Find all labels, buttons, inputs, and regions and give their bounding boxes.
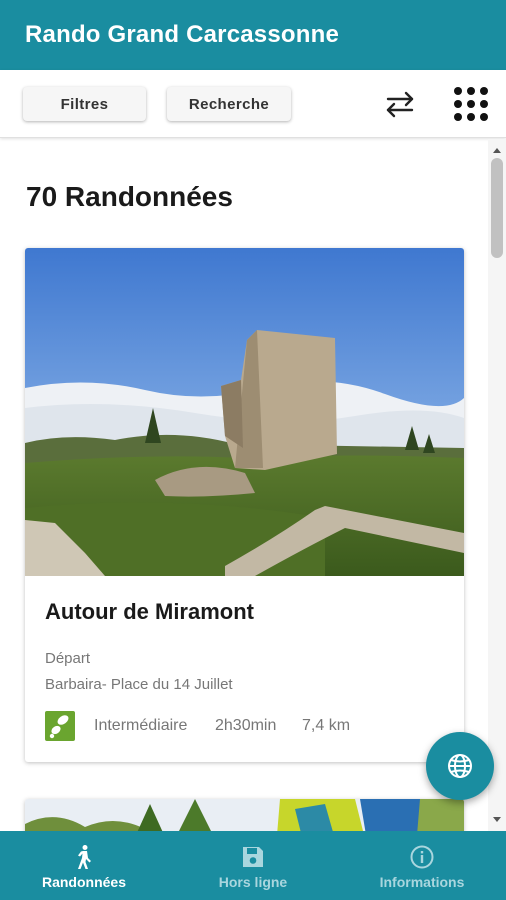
hike-duration: 2h30min: [215, 717, 277, 734]
filters-button[interactable]: Filtres: [23, 87, 146, 121]
app-title: Rando Grand Carcassonne: [25, 21, 340, 48]
scroll-thumb[interactable]: [491, 158, 503, 258]
nav-label-informations: Informations: [379, 874, 465, 890]
difficulty-level: Intermédiaire: [94, 717, 188, 734]
scroll-down-arrow-icon[interactable]: [488, 815, 506, 825]
hike-card[interactable]: Autour de Miramont Départ Barbaira- Plac…: [25, 248, 464, 762]
nav-tab-informations[interactable]: Informations: [338, 831, 506, 900]
hike-title: Autour de Miramont: [45, 599, 254, 624]
info-icon: [410, 845, 434, 869]
start-label: Départ: [45, 650, 91, 667]
hiker-icon: [78, 845, 91, 869]
save-icon: [243, 847, 263, 867]
hiking-boot-icon: [45, 711, 75, 741]
grid-apps-icon[interactable]: [452, 85, 490, 123]
nav-tab-hors-ligne[interactable]: Hors ligne: [169, 831, 337, 900]
hike-photo: [25, 248, 464, 576]
hike-photo: [25, 799, 464, 831]
hike-card[interactable]: [25, 799, 464, 831]
search-button[interactable]: Recherche: [167, 87, 291, 121]
map-view-button[interactable]: [426, 732, 494, 800]
nav-label-randonnees: Randonnées: [41, 874, 126, 890]
results-heading: 70 Randonnées: [26, 181, 233, 212]
scroll-up-arrow-icon[interactable]: [488, 145, 506, 155]
bottom-navigation: Randonnées Hors ligne Informations: [0, 831, 506, 900]
toolbar: Filtres Recherche: [0, 70, 506, 138]
nav-tab-randonnees[interactable]: Randonnées: [0, 831, 168, 900]
nav-label-hors-ligne: Hors ligne: [218, 874, 288, 890]
app-bar: Rando Grand Carcassonne: [0, 0, 506, 70]
swap-arrows-icon[interactable]: [381, 85, 419, 123]
hike-distance: 7,4 km: [302, 717, 351, 734]
globe-icon: [448, 754, 472, 778]
start-place: Barbaira- Place du 14 Juillet: [45, 676, 233, 693]
scrollbar[interactable]: [488, 139, 506, 831]
hike-list[interactable]: 70 Randonnées Autour de Miramont Départ …: [0, 139, 506, 831]
